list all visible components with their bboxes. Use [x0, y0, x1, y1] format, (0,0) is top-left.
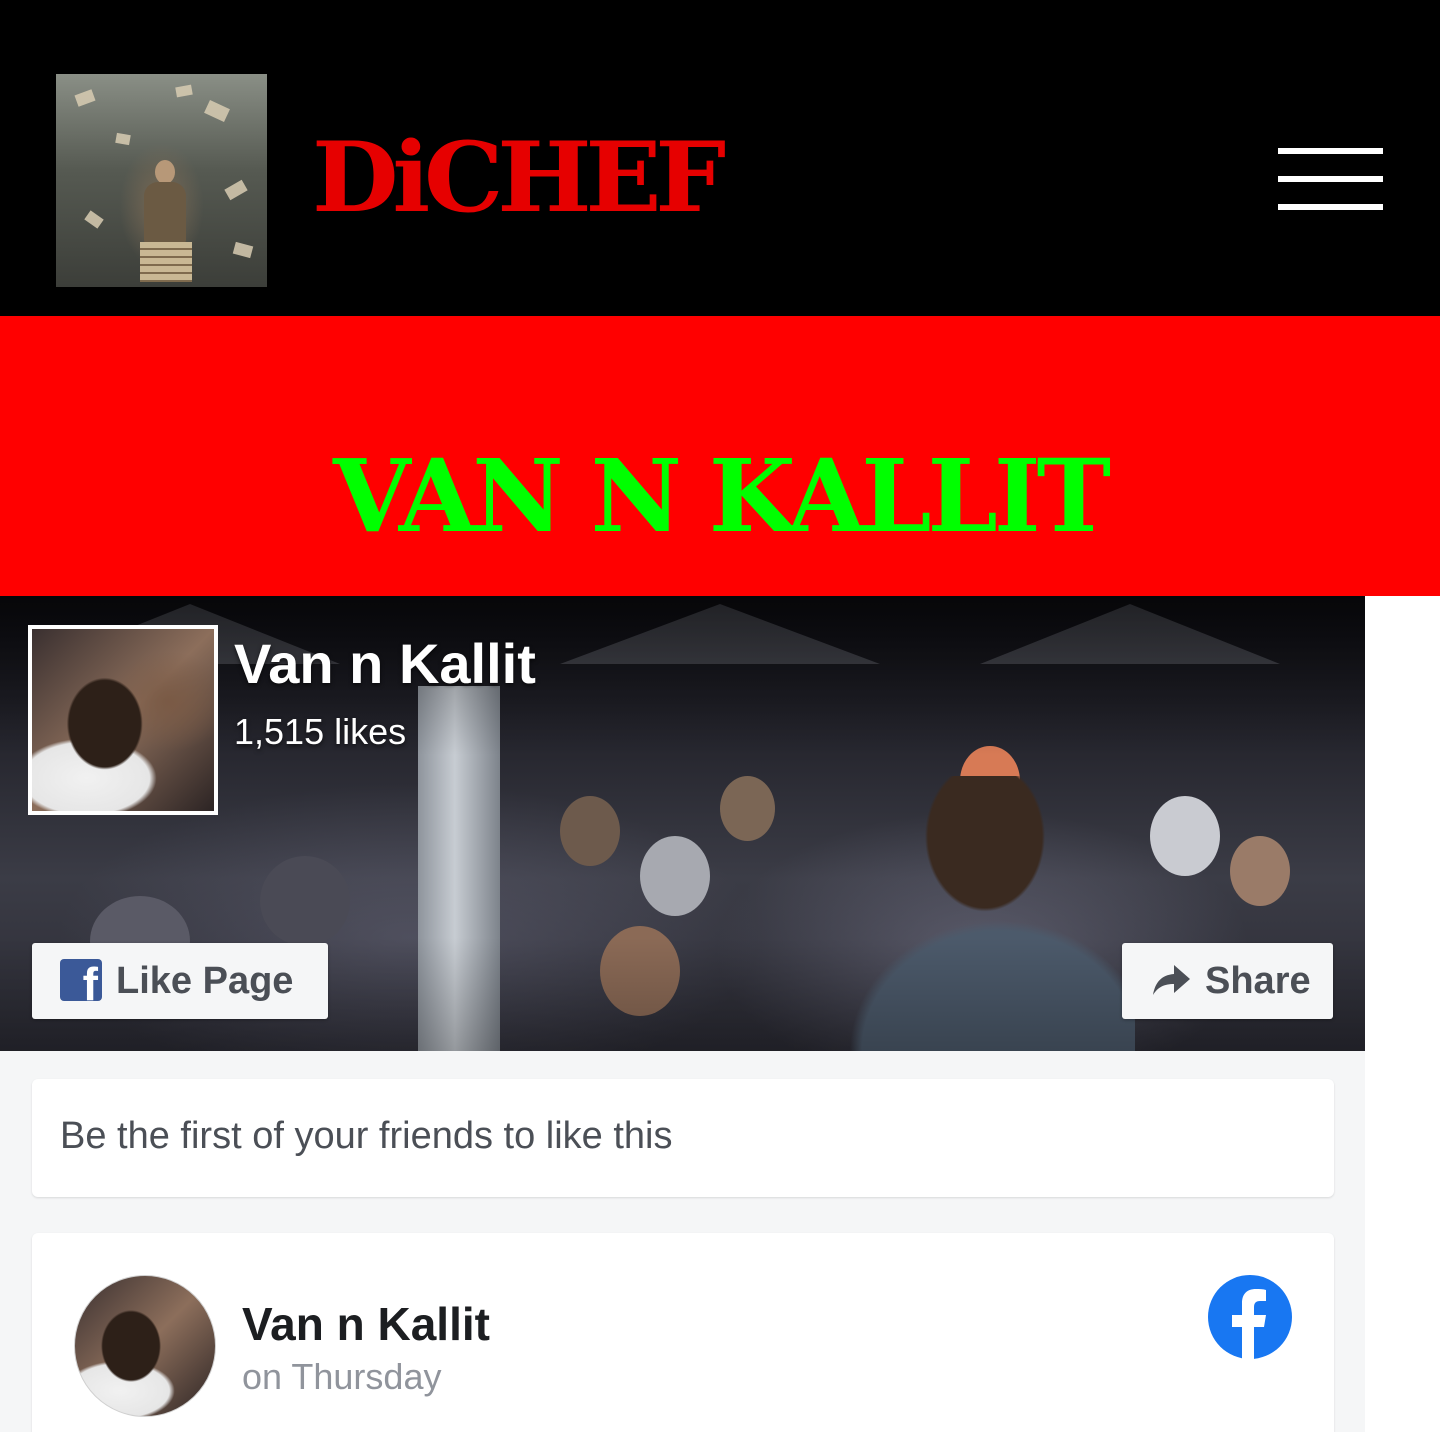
- facebook-likes-count: 1,515 likes: [234, 711, 407, 752]
- logo-paper-detail: [74, 89, 96, 107]
- facebook-logo-icon[interactable]: [1208, 1275, 1292, 1359]
- logo-paper-detail: [224, 179, 248, 201]
- logo-paper-detail: [204, 100, 230, 122]
- logo-paper-detail: [232, 241, 254, 259]
- share-arrow-icon: [1153, 965, 1190, 995]
- hamburger-menu-icon: [1278, 148, 1383, 154]
- post-timestamp[interactable]: on Thursday: [242, 1357, 441, 1397]
- facebook-post-card: Van n Kallit on Thursday: [32, 1233, 1334, 1432]
- page-title: VAN N KALLIT: [332, 437, 1111, 555]
- post-author-name[interactable]: Van n Kallit: [242, 1297, 490, 1351]
- hamburger-menu-icon: [1278, 204, 1383, 210]
- like-page-button[interactable]: f Like Page: [32, 943, 328, 1019]
- logo-paper-detail: [175, 84, 193, 98]
- share-label: Share: [1205, 960, 1311, 1002]
- friends-like-card: Be the first of your friends to like thi…: [32, 1079, 1334, 1197]
- facebook-page-profile-picture[interactable]: [28, 625, 218, 815]
- site-brand-title[interactable]: DiCHEF: [312, 118, 726, 238]
- logo-figure-head: [155, 160, 175, 184]
- site-logo-image[interactable]: [56, 74, 267, 287]
- page-title-banner: VAN N KALLIT: [0, 316, 1440, 596]
- facebook-page-widget: f Like Page Share Be the first of your f…: [0, 596, 1365, 1432]
- logo-book-stack: [140, 242, 192, 282]
- logo-paper-detail: [115, 132, 131, 146]
- share-button[interactable]: Share: [1122, 943, 1333, 1019]
- like-page-label: Like Page: [116, 960, 294, 1002]
- friends-like-text: Be the first of your friends to like thi…: [60, 1115, 673, 1157]
- site-header: DiCHEF: [0, 0, 1440, 316]
- hamburger-menu-icon: [1278, 176, 1383, 182]
- post-author-avatar[interactable]: [74, 1275, 216, 1417]
- profile-picture-image: [32, 629, 214, 811]
- hamburger-menu-button[interactable]: [1270, 140, 1392, 224]
- facebook-f-icon: f: [60, 959, 102, 1001]
- logo-paper-detail: [84, 210, 104, 229]
- facebook-page-name[interactable]: Van n Kallit: [234, 632, 536, 696]
- logo-figure-body: [144, 182, 186, 244]
